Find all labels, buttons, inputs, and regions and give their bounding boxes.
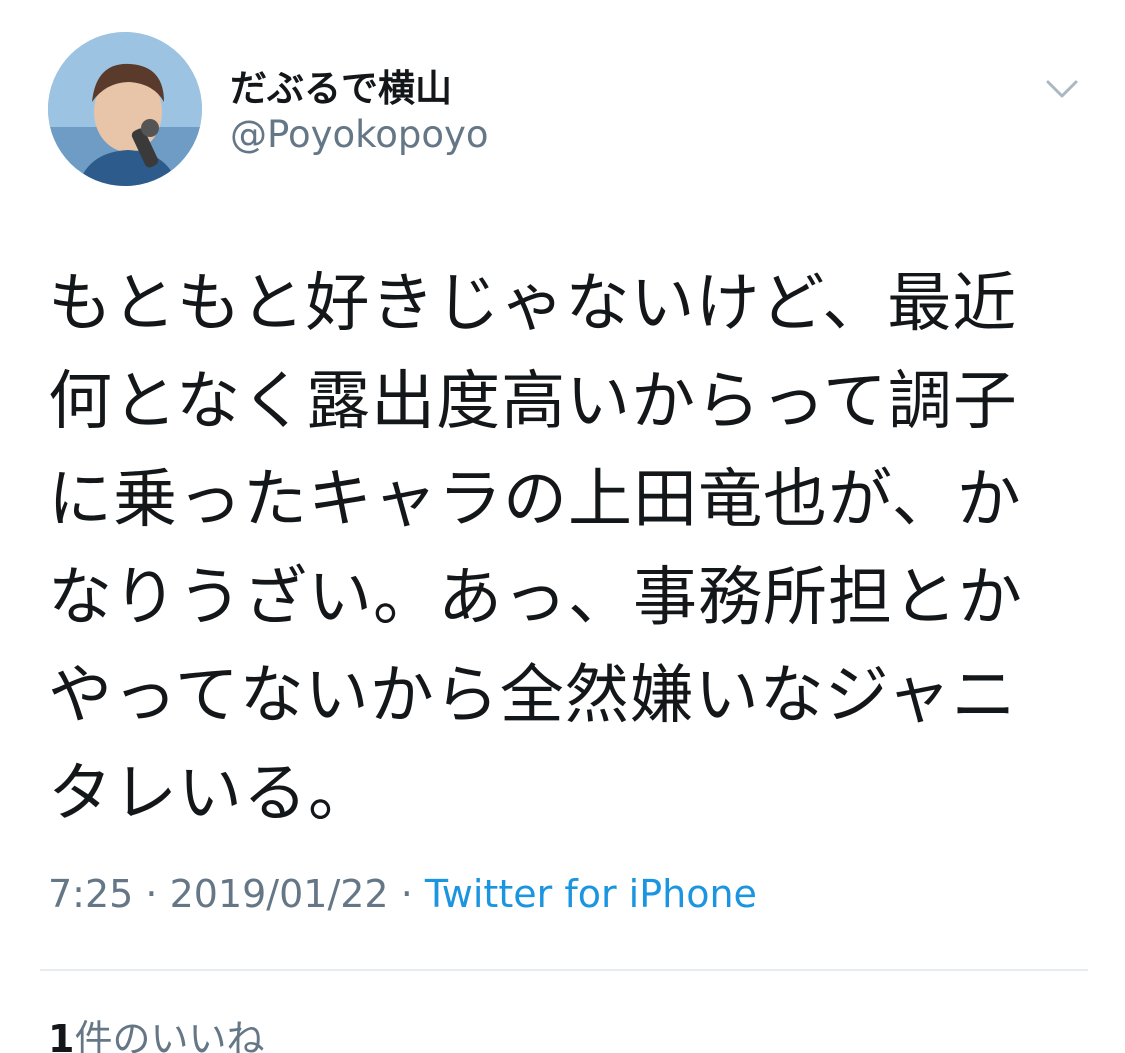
likes-count-link[interactable]: 1件のいいね (48, 1008, 264, 1053)
user-handle[interactable]: @Poyokopoyo (230, 113, 489, 156)
display-name[interactable]: だぶるで横山 (230, 58, 452, 112)
user-avatar[interactable] (48, 32, 202, 186)
tweet-text-line: やってないから全然嫌いなジャニ (48, 659, 1017, 733)
tweet-date: 2019/01/22 (169, 872, 389, 916)
tweet-text-line: もともと好きじゃないけど、最近 (48, 267, 1018, 341)
meta-separator: · (388, 872, 425, 916)
tweet-text-line: なりうざい。あっ、事務所担とか (48, 561, 1023, 635)
tweet-time: 7:25 (48, 872, 134, 916)
tweet-source-link[interactable]: Twitter for iPhone (425, 872, 757, 916)
meta-separator: · (133, 872, 170, 916)
tweet-text-line: タレいる。 (48, 757, 373, 831)
tweet-text: もともと好きじゃないけど、最近 何となく露出度高いからって調子 に乗ったキャラの… (48, 255, 1088, 843)
likes-count: 1 (48, 1017, 75, 1053)
divider (40, 969, 1088, 971)
avatar-photo-icon (48, 32, 202, 186)
likes-label: 件のいいね (74, 1017, 265, 1053)
tweet-metadata: 7:25 · 2019/01/22 · Twitter for iPhone (48, 872, 757, 916)
chevron-down-icon[interactable] (1040, 72, 1084, 108)
tweet-text-line: に乗ったキャラの上田竜也が、か (48, 463, 1022, 537)
tweet-text-line: 何となく露出度高いからって調子 (48, 365, 1018, 439)
